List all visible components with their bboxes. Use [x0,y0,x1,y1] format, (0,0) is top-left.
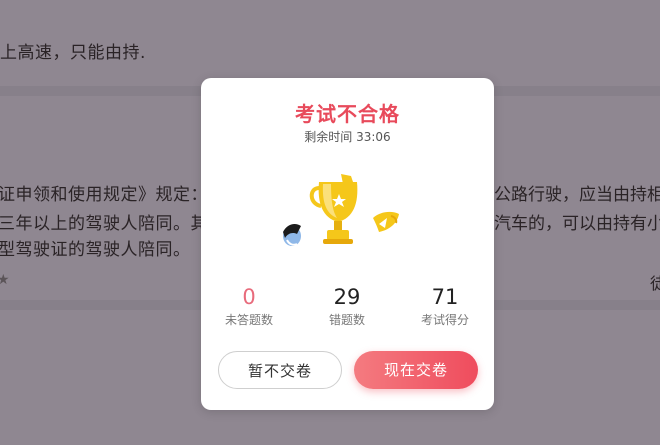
stat-value: 29 [333,285,361,309]
right-edge-text: 徒 [650,274,660,293]
stat-value: 71 [431,285,459,309]
explanation-text-line: 型驾驶证的驾驶人陪同。 [0,240,191,260]
stat-wrong: 29 错题数 [302,284,392,328]
exam-result-dialog: 考试不合格 剩余时间 33:06 0 未答题数 29 错题数 71 考试得分 暂… [201,78,494,410]
trophy-fragment-right-icon [373,211,399,232]
submit-now-button[interactable]: 现在交卷 [354,351,478,389]
trophy-fragment-left-icon [283,224,301,246]
stat-label: 未答题数 [224,313,273,327]
stat-unanswered: 0 未答题数 [204,284,294,328]
explanation-text-line: 三年以上的驾驶人陪同。其 [0,214,208,234]
broken-trophy-icon [279,174,419,254]
question-text-line: 上高速，只能由持. [0,43,146,63]
explanation-text-line-right: 公路行驶，应当由持相 [494,185,660,205]
trophy-cup-icon [309,174,358,244]
stat-label: 考试得分 [420,313,469,327]
dialog-title: 考试不合格 [295,102,400,126]
cancel-submit-button[interactable]: 暂不交卷 [218,351,342,389]
stat-value: 0 [242,285,256,309]
star-icon: ★ [0,272,10,288]
remaining-time: 剩余时间 33:06 [304,130,391,144]
stat-label: 错题数 [328,313,365,327]
explanation-text-line-right: 汽车的，可以由持有小 [494,214,660,234]
stat-score: 71 考试得分 [400,284,490,328]
explanation-text-line: 证申领和使用规定》规定： [0,185,208,205]
stats-row: 0 未答题数 29 错题数 71 考试得分 [201,284,494,332]
